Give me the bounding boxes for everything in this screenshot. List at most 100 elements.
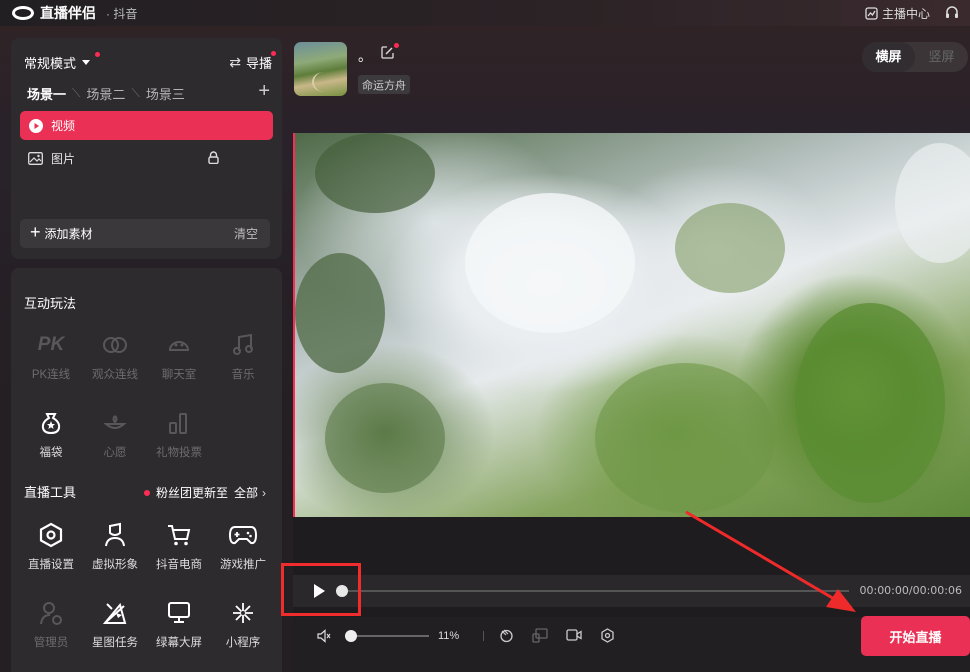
- admin-icon: [36, 598, 66, 628]
- mode-label: 常规模式: [24, 56, 77, 71]
- clear-button[interactable]: 清空: [234, 225, 258, 242]
- swap-icon: ⇄: [229, 54, 241, 70]
- tool-live-settings[interactable]: 直播设置: [19, 508, 83, 586]
- tool-label: 心愿: [103, 447, 127, 459]
- tool-label: 星图任务: [92, 637, 138, 649]
- settings-icon[interactable]: [600, 628, 615, 643]
- logo-ring-icon: [12, 6, 34, 20]
- foliage-shape: [295, 253, 385, 373]
- video-preview[interactable]: [293, 133, 970, 517]
- scene-panel: 常规模式 ⇄ 导播 场景一 ⟍ 场景二 ⟍ 场景三 + 视频 图片 + 添加素材…: [11, 38, 282, 259]
- source-item-video[interactable]: 视频: [20, 111, 273, 140]
- tool-label: 游戏推广: [220, 559, 266, 571]
- tools-title: 直播工具: [24, 485, 77, 500]
- nickname: 。: [358, 48, 372, 64]
- tool-pk[interactable]: PK PK连线: [19, 318, 83, 396]
- foliage-shape: [795, 303, 945, 503]
- foliage-shape: [675, 203, 785, 293]
- star-map-icon: [100, 598, 130, 628]
- tool-green-screen[interactable]: 绿幕大屏: [147, 586, 211, 664]
- landscape-option[interactable]: 横屏: [862, 42, 915, 72]
- caret-down-icon: [82, 60, 91, 65]
- guide-notification-dot: [271, 51, 276, 56]
- tool-game-promo[interactable]: 游戏推广: [211, 508, 275, 586]
- volume-percent: 11%: [438, 630, 460, 642]
- interactive-title: 互动玩法: [24, 296, 77, 311]
- tool-music[interactable]: 音乐: [211, 318, 275, 396]
- camera-icon[interactable]: [566, 628, 582, 642]
- tool-gift-vote[interactable]: 礼物投票: [147, 396, 211, 474]
- avatar-figure-icon: [100, 520, 130, 550]
- plus-icon: +: [30, 222, 41, 242]
- tool-label: 音乐: [231, 369, 255, 381]
- volume-icon[interactable]: [317, 629, 331, 643]
- tab-separator: ⟍: [131, 86, 140, 100]
- foliage-shape: [325, 383, 445, 493]
- mode-selector[interactable]: 常规模式: [24, 53, 91, 72]
- source-label: 图片: [51, 152, 76, 166]
- progress-track[interactable]: [343, 590, 849, 592]
- start-live-button[interactable]: 开始直播: [861, 616, 970, 656]
- fans-update-link[interactable]: 粉丝团更新至 全部 ›: [143, 484, 266, 501]
- tool-mini-program[interactable]: 小程序: [211, 586, 275, 664]
- foliage-shape: [315, 133, 435, 213]
- tool-chatroom[interactable]: 聊天室: [147, 318, 211, 396]
- gift-vote-icon: [164, 408, 194, 438]
- tool-label: 小程序: [225, 637, 261, 649]
- source-label: 视频: [51, 119, 76, 133]
- tool-label: 聊天室: [161, 369, 197, 381]
- tool-label: PK连线: [31, 369, 71, 381]
- link-icon: [100, 330, 130, 360]
- screen-cast-icon[interactable]: [532, 628, 548, 643]
- tool-lucky-bag[interactable]: 福袋: [19, 396, 83, 474]
- tool-virtual-avatar[interactable]: 虚拟形象: [83, 508, 147, 586]
- edit-notification-dot: [394, 43, 399, 48]
- add-source-label: 添加素材: [44, 227, 93, 241]
- orientation-toggle: 横屏 竖屏: [862, 42, 968, 72]
- monitor-icon: [164, 598, 194, 628]
- volume-track[interactable]: [345, 635, 429, 637]
- fans-notice: 粉丝团更新至: [155, 486, 228, 500]
- tab-scene-3[interactable]: 场景三: [146, 84, 185, 103]
- beauty-icon[interactable]: [499, 628, 514, 643]
- headset-icon[interactable]: [944, 5, 960, 21]
- avatar[interactable]: [294, 42, 347, 96]
- tool-label: 虚拟形象: [92, 559, 138, 571]
- cart-icon: [164, 520, 194, 550]
- lucky-bag-icon: [36, 408, 66, 438]
- edit-icon[interactable]: [381, 46, 394, 59]
- anchor-center-link[interactable]: 主播中心: [865, 5, 930, 22]
- tool-label: 管理员: [33, 637, 69, 649]
- guide-button[interactable]: ⇄ 导播: [229, 53, 272, 72]
- category-tag[interactable]: 命运方舟: [358, 75, 410, 94]
- tool-label: 抖音电商: [156, 559, 202, 571]
- tool-label: 直播设置: [28, 559, 74, 571]
- notification-dot: [143, 489, 150, 496]
- tool-label: 福袋: [39, 447, 63, 459]
- source-item-image[interactable]: 图片: [20, 144, 273, 173]
- add-source-bar[interactable]: + 添加素材 清空: [20, 219, 270, 248]
- all-label: 全部: [233, 486, 258, 500]
- tool-wish[interactable]: 心愿: [83, 396, 147, 474]
- tool-label: 绿幕大屏: [156, 637, 202, 649]
- tool-admin[interactable]: 管理员: [19, 586, 83, 664]
- scene-tabs: 场景一 ⟍ 场景二 ⟍ 场景三: [27, 84, 191, 103]
- tool-ecommerce[interactable]: 抖音电商: [147, 508, 211, 586]
- pk-icon: PK: [37, 334, 65, 355]
- tool-audience-link[interactable]: 观众连线: [83, 318, 147, 396]
- highlight-box: [281, 563, 361, 616]
- tool-star-map[interactable]: 星图任务: [83, 586, 147, 664]
- tool-label: 礼物投票: [156, 447, 202, 459]
- lock-icon[interactable]: [208, 150, 219, 167]
- portrait-option[interactable]: 竖屏: [915, 42, 968, 72]
- tab-scene-1[interactable]: 场景一: [27, 84, 66, 103]
- tool-label: 观众连线: [92, 369, 138, 381]
- volume-knob[interactable]: [345, 630, 357, 642]
- tab-scene-2[interactable]: 场景二: [86, 84, 125, 103]
- playback-time: 00:00:00/00:00:06: [859, 584, 962, 597]
- gamepad-icon: [228, 520, 258, 550]
- add-scene-icon[interactable]: +: [258, 80, 270, 103]
- anchor-center-label: 主播中心: [881, 6, 930, 21]
- title-bar: 直播伴侣 · 抖音 主播中心: [0, 0, 970, 26]
- snow-shape: [465, 193, 635, 333]
